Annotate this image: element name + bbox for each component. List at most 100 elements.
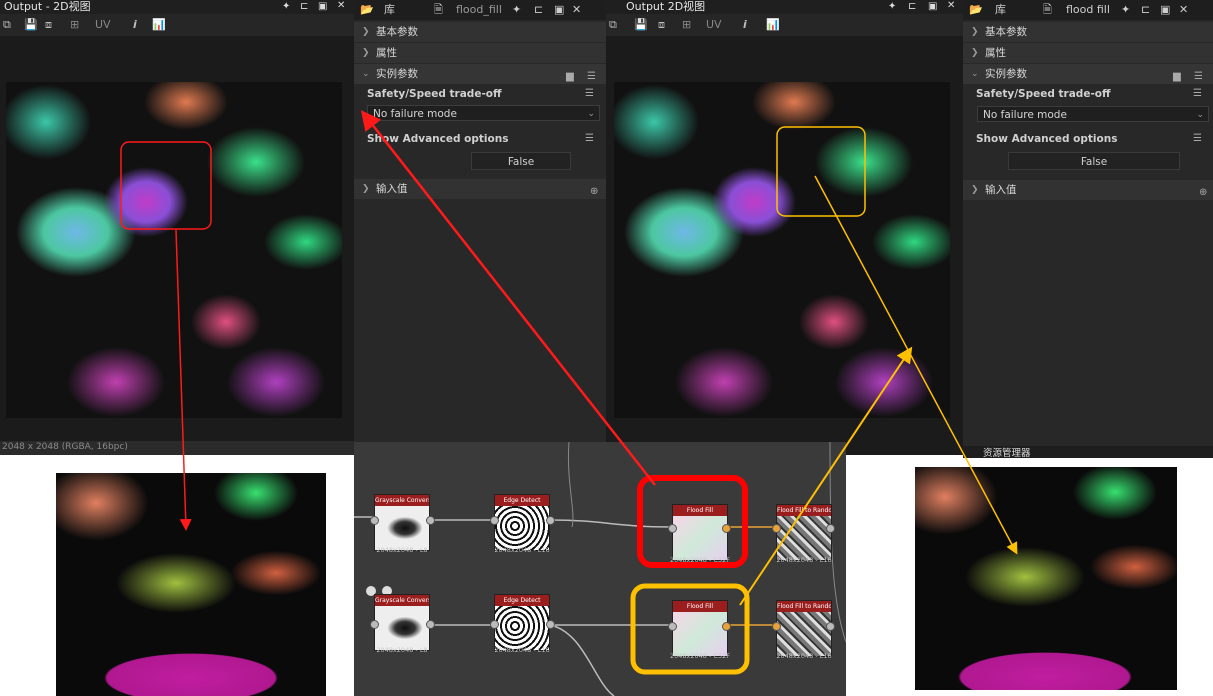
section-basic-params[interactable]: ❯ 基本参数 — [354, 22, 606, 42]
node-output-port[interactable] — [722, 622, 731, 631]
pin-icon[interactable]: ✦ — [888, 1, 896, 12]
param-advanced-label: Show Advanced options — [367, 133, 509, 145]
float-icon[interactable]: ⊏ — [300, 1, 308, 12]
view-mode-icon[interactable]: ⊞ — [70, 18, 79, 32]
view-mode-icon[interactable]: ⊞ — [682, 18, 691, 32]
close-icon[interactable]: ✕ — [947, 0, 955, 11]
node-flood-fill-to-random-1[interactable]: Flood Fill to Random — [776, 504, 832, 561]
section-instance-params[interactable]: ⌄ 实例参数 ▆ ☰ — [963, 64, 1213, 84]
close-icon[interactable]: ✕ — [1179, 0, 1188, 20]
copy-icon[interactable]: ⧉ — [609, 18, 617, 32]
node-input-port[interactable] — [668, 524, 677, 533]
section-attributes-label: 属性 — [376, 47, 397, 59]
section-attributes[interactable]: ❯ 属性 — [963, 43, 1213, 63]
folder-icon[interactable]: 📂 — [969, 0, 983, 20]
menu-icon[interactable]: ☰ — [587, 67, 596, 87]
node-output-port[interactable] — [546, 516, 555, 525]
node-output-port[interactable] — [546, 620, 555, 629]
save-icon[interactable]: 💾 — [24, 18, 38, 32]
node-caption: 2048x2048 - C32F — [670, 652, 730, 660]
node-edge-detect-1[interactable]: Edge Detect — [494, 494, 550, 551]
node-grayscale-conversion-1[interactable]: Grayscale Conversion — [374, 494, 430, 551]
pin-icon[interactable]: ✦ — [512, 0, 521, 20]
info-icon[interactable]: i — [743, 18, 747, 32]
tab-library[interactable]: 库 — [995, 0, 1006, 20]
node-title: Grayscale Conversion — [375, 495, 429, 506]
node-caption: 2048x2048 - L16 — [776, 556, 832, 564]
param-menu-icon[interactable]: ☰ — [585, 133, 594, 144]
node-input-port[interactable] — [490, 620, 499, 629]
copy-icon[interactable]: ⧉ — [3, 18, 11, 32]
preset-icon[interactable]: ▆ — [1173, 67, 1181, 87]
node-flood-fill-to-random-2[interactable]: Flood Fill to Random — [776, 600, 832, 657]
section-inputs[interactable]: ❯ 输入值 ⊕ — [963, 180, 1213, 200]
node-output-port[interactable] — [426, 620, 435, 629]
param-safety-label: Safety/Speed trade-off — [367, 88, 502, 100]
histogram-icon[interactable]: 📊 — [152, 18, 166, 32]
node-input-port[interactable] — [370, 620, 379, 629]
float-icon[interactable]: ⊏ — [908, 1, 916, 12]
maximize-icon[interactable]: ▣ — [928, 1, 937, 12]
node-input-port[interactable] — [490, 516, 499, 525]
param-advanced-toggle[interactable]: False — [1008, 152, 1180, 170]
node-output-port[interactable] — [826, 524, 835, 533]
menu-icon[interactable]: ☰ — [1194, 67, 1203, 87]
preset-icon[interactable]: ▆ — [566, 67, 574, 87]
chevron-right-icon: ❯ — [971, 48, 979, 58]
info-icon[interactable]: i — [133, 18, 137, 32]
section-inputs[interactable]: ❯ 输入值 ⊕ — [354, 179, 606, 199]
param-safety-select[interactable]: No failure mode ⌄ — [367, 105, 600, 121]
close-icon[interactable]: ✕ — [337, 0, 345, 11]
export-icon[interactable]: ⧈ — [658, 18, 665, 32]
section-attributes[interactable]: ❯ 属性 — [354, 43, 606, 63]
tab-library[interactable]: 库 — [384, 0, 395, 20]
param-advanced-toggle[interactable]: False — [471, 152, 571, 170]
node-flood-fill-2[interactable]: Flood Fill — [672, 600, 728, 657]
param-safety-select[interactable]: No failure mode ⌄ — [977, 106, 1209, 122]
param-safety-value: No failure mode — [373, 108, 457, 120]
node-input-port[interactable] — [668, 622, 677, 631]
histogram-icon[interactable]: 📊 — [766, 18, 780, 32]
node-flood-fill-1[interactable]: Flood Fill — [672, 504, 728, 561]
float-icon[interactable]: ⊏ — [1141, 0, 1150, 20]
node-graph-view[interactable]: Grayscale Conversion 2048x2048 - L8 Edge… — [354, 442, 846, 696]
node-edge-detect-2[interactable]: Edge Detect — [494, 594, 550, 651]
export-icon[interactable]: ⧈ — [45, 18, 52, 32]
tab-node[interactable]: flood fill — [1066, 0, 1110, 20]
section-instance-params[interactable]: ⌄ 实例参数 ▆ ☰ — [354, 64, 606, 84]
param-menu-icon[interactable]: ☰ — [1193, 88, 1202, 99]
uv-dropdown[interactable]: UV — [706, 18, 722, 32]
section-inputs-label: 输入值 — [376, 183, 408, 195]
folder-icon[interactable]: 📂 — [360, 0, 374, 20]
node-title: Grayscale Conversion — [375, 595, 429, 606]
param-menu-icon[interactable]: ☰ — [1193, 133, 1202, 144]
maximize-icon[interactable]: ▣ — [554, 0, 564, 20]
node-thumbnail — [673, 516, 727, 560]
node-output-port[interactable] — [722, 524, 731, 533]
save-icon[interactable]: 💾 — [634, 18, 648, 32]
left-2d-view-panel: Output - 2D视图 ✦ ⊏ ▣ ✕ ⧉ 💾 ⧈ ⊞ UV i 📊 204… — [0, 0, 354, 455]
param-menu-icon[interactable]: ☰ — [585, 88, 594, 99]
add-icon[interactable]: ⊕ — [1199, 183, 1207, 203]
pin-icon[interactable]: ✦ — [1121, 0, 1130, 20]
add-icon[interactable]: ⊕ — [590, 182, 598, 202]
maximize-icon[interactable]: ▣ — [318, 1, 327, 12]
maximize-icon[interactable]: ▣ — [1160, 0, 1170, 20]
node-title: Flood Fill — [673, 505, 727, 516]
node-input-port[interactable] — [772, 524, 781, 533]
node-input-port[interactable] — [772, 622, 781, 631]
left-2d-viewport[interactable] — [0, 36, 354, 441]
section-basic-params[interactable]: ❯ 基本参数 — [963, 22, 1213, 42]
resource-manager-label: 资源管理器 — [983, 448, 1031, 459]
node-input-port[interactable] — [370, 516, 379, 525]
pin-icon[interactable]: ✦ — [282, 1, 290, 12]
float-icon[interactable]: ⊏ — [534, 0, 543, 20]
node-grayscale-conversion-2[interactable]: Grayscale Conversion — [374, 594, 430, 651]
node-thumbnail — [495, 506, 549, 550]
right-2d-viewport[interactable] — [606, 36, 963, 455]
close-icon[interactable]: ✕ — [572, 0, 581, 20]
uv-dropdown[interactable]: UV — [95, 18, 111, 32]
node-output-port[interactable] — [826, 622, 835, 631]
node-output-port[interactable] — [426, 516, 435, 525]
tab-node[interactable]: flood_fill — [456, 0, 502, 20]
